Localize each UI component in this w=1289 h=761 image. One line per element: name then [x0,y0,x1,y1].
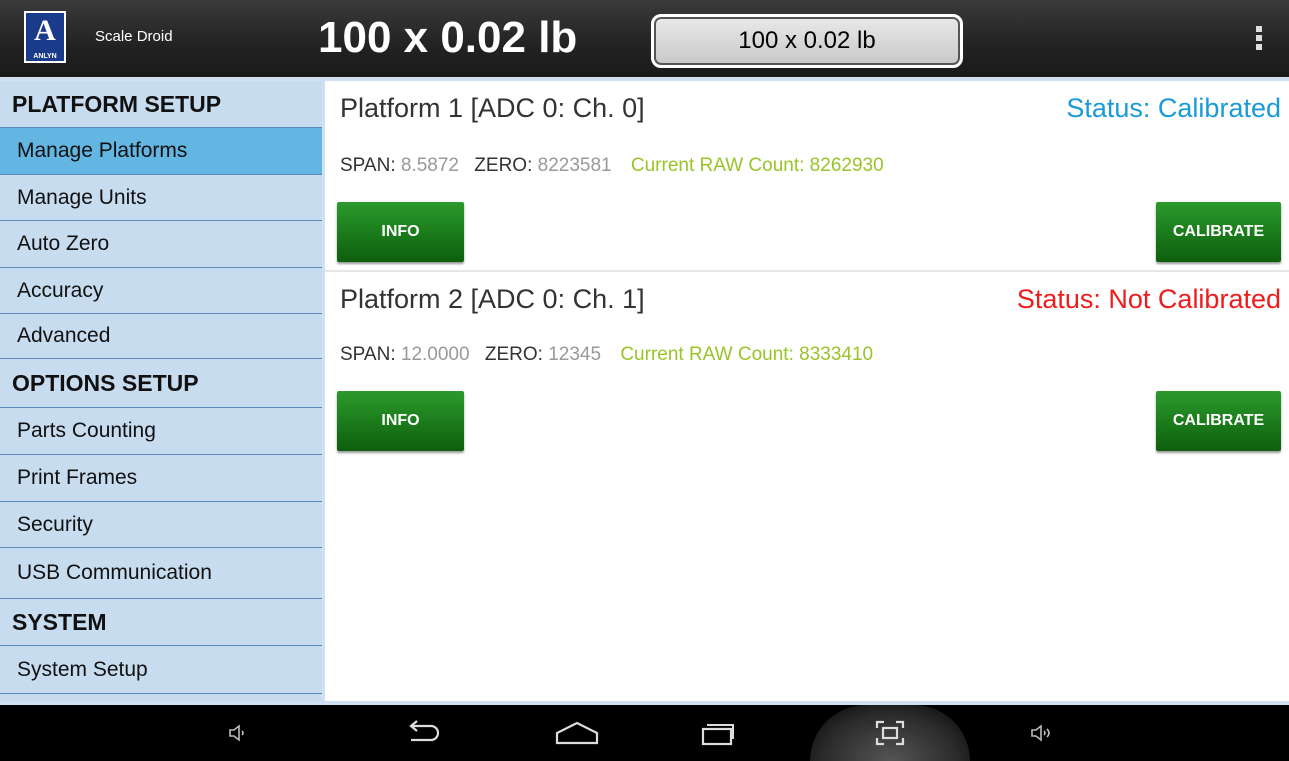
logo-letter: A [34,14,56,47]
section-header-options-setup: OPTIONS SETUP [0,359,322,408]
zero-label: ZERO: [474,155,533,176]
sidebar-item-advanced[interactable]: Advanced [0,314,322,359]
platform-status: Status: Not Calibrated [1016,284,1281,314]
weight-capacity-label: 100 x 0.02 lb [738,27,876,54]
platform-metrics: SPAN: 8.5872 ZERO: 8223581 Current RAW C… [340,155,884,177]
calibrate-button[interactable]: CALIBRATE [1156,202,1281,262]
platform-card: Platform 1 [ADC 0: Ch. 0] Status: Calibr… [325,81,1289,270]
calibrate-button[interactable]: CALIBRATE [1156,391,1281,451]
app-name: Scale Droid [95,28,173,45]
raw-count: Current RAW Count: 8333410 [620,344,874,365]
raw-count: Current RAW Count: 8262930 [630,155,884,176]
overflow-menu-icon[interactable] [1252,26,1266,54]
sidebar-item-auto-zero[interactable]: Auto Zero [0,221,322,268]
app-logo: A ANLYN [24,11,66,63]
platform-title: Platform 2 [ADC 0: Ch. 1] [340,284,645,314]
section-header-platform-setup: PLATFORM SETUP [0,81,322,128]
recent-apps-icon[interactable] [688,705,748,761]
volume-down-icon[interactable] [208,705,268,761]
info-button[interactable]: INFO [337,391,464,451]
platform-title: Platform 1 [ADC 0: Ch. 0] [340,93,645,123]
weight-display: 100 x 0.02 lb [318,13,578,62]
sidebar-item-usb-communication[interactable]: USB Communication [0,548,322,599]
sidebar-item-system-setup[interactable]: System Setup [0,646,322,694]
screenshot-icon[interactable] [860,705,920,761]
zero-value: 12345 [548,344,602,365]
sidebar-item-manage-units[interactable]: Manage Units [0,175,322,221]
zero-label: ZERO: [484,344,543,365]
span-value: 8.5872 [400,155,460,176]
platforms-panel: Platform 1 [ADC 0: Ch. 0] Status: Calibr… [325,81,1289,701]
span-label: SPAN: [340,344,396,365]
section-header-system: SYSTEM [0,599,322,646]
platform-status: Status: Calibrated [1066,93,1281,123]
weight-capacity-button[interactable]: 100 x 0.02 lb [651,14,963,68]
info-button[interactable]: INFO [337,202,464,262]
sidebar-item-manage-platforms[interactable]: Manage Platforms [0,128,322,175]
settings-sidebar: PLATFORM SETUP Manage Platforms Manage U… [0,81,322,701]
platform-card: Platform 2 [ADC 0: Ch. 1] Status: Not Ca… [325,272,1289,461]
sidebar-item-parts-counting[interactable]: Parts Counting [0,408,322,455]
platform-metrics: SPAN: 12.0000 ZERO: 12345 Current RAW Co… [340,344,873,366]
back-icon[interactable] [393,705,453,761]
app-window: A ANLYN Scale Droid 100 x 0.02 lb 100 x … [0,0,1289,761]
span-label: SPAN: [340,155,396,176]
sidebar-item-accuracy[interactable]: Accuracy [0,268,322,314]
sidebar-item-security[interactable]: Security [0,502,322,548]
span-value: 12.0000 [400,344,470,365]
sidebar-item-print-frames[interactable]: Print Frames [0,455,322,502]
logo-text: ANLYN [33,53,57,60]
volume-up-icon[interactable] [1012,705,1072,761]
system-nav-bar [0,705,1289,761]
action-bar: A ANLYN Scale Droid 100 x 0.02 lb 100 x … [0,0,1289,77]
home-icon[interactable] [547,705,607,761]
zero-value: 8223581 [537,155,612,176]
